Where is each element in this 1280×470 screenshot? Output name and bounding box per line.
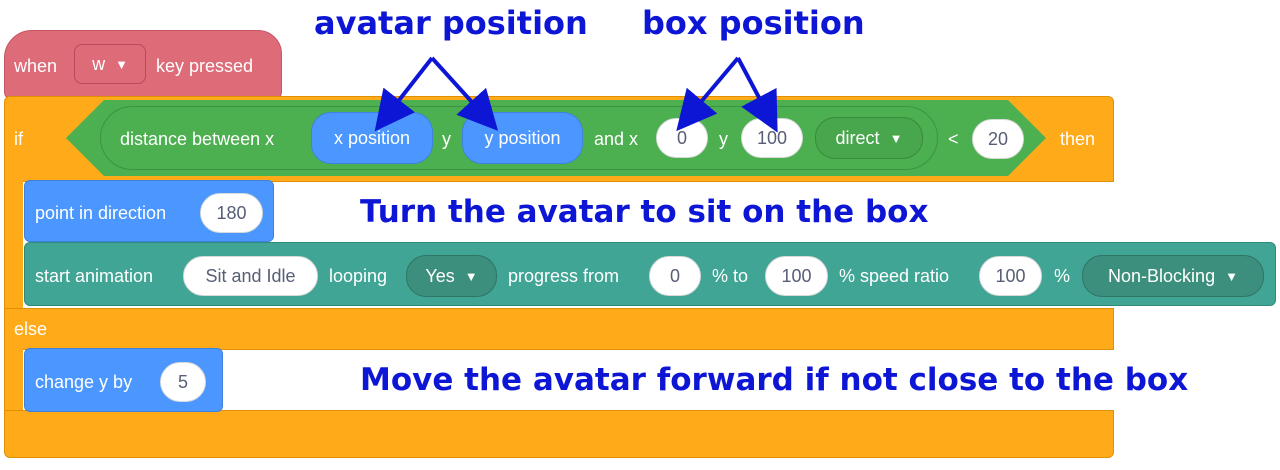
arrow-to-box-y <box>736 57 778 133</box>
annotation-arrows <box>374 56 778 133</box>
arrow-to-x-position <box>374 56 434 132</box>
arrow-to-box-x <box>676 56 740 132</box>
arrow-to-y-position <box>430 56 499 131</box>
